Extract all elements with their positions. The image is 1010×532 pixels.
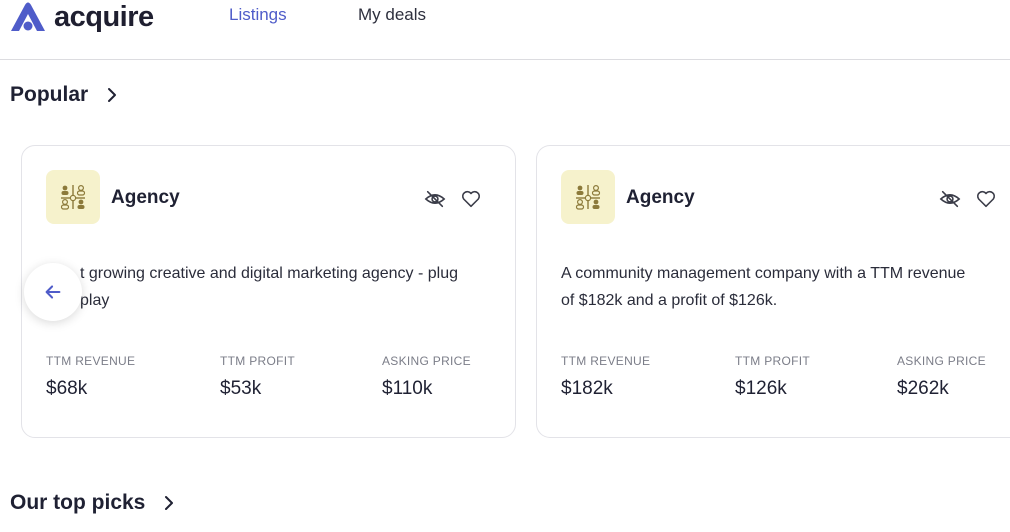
carousel-previous-button[interactable]: [24, 263, 82, 321]
description-line: t growing creative and digital marketing…: [80, 265, 458, 282]
listing-category: Agency: [626, 187, 695, 208]
listing-card[interactable]: Agency t growing creative and digital ma…: [21, 145, 516, 438]
brand-name: acquire: [54, 0, 154, 33]
agency-people-icon: [561, 170, 615, 224]
listing-category: Agency: [111, 187, 180, 208]
section-top-picks-link[interactable]: Our top picks: [10, 491, 175, 515]
metric-value: $110k: [382, 378, 433, 399]
heart-icon[interactable]: [460, 188, 482, 210]
listing-description: A community management company with a TT…: [561, 260, 1006, 314]
top-navigation-bar: acquire Listings My deals: [0, 0, 1010, 60]
metric-label: TTM PROFIT: [220, 354, 295, 368]
metric-value: $262k: [897, 378, 949, 399]
section-popular-link[interactable]: Popular: [10, 83, 118, 107]
heart-icon[interactable]: [975, 188, 997, 210]
acquire-logo[interactable]: acquire: [8, 0, 154, 34]
agency-people-icon: [46, 170, 100, 224]
listing-card[interactable]: Agency A community management company wi…: [536, 145, 1010, 438]
tab-my-deals[interactable]: My deals: [358, 5, 426, 25]
metric-ttm-revenue: TTM REVENUE $182k: [561, 354, 650, 400]
description-line: play: [80, 292, 110, 309]
metric-label: ASKING PRICE: [382, 354, 471, 368]
metric-asking-price: ASKING PRICE $110k: [382, 354, 471, 400]
metric-ttm-profit: TTM PROFIT $126k: [735, 354, 810, 400]
metric-value: $68k: [46, 378, 88, 399]
chevron-right-icon: [165, 496, 174, 510]
arrow-left-icon: [45, 285, 61, 299]
acquire-logo-icon: [11, 2, 45, 31]
metric-label: TTM REVENUE: [46, 354, 136, 368]
section-popular-title: Popular: [10, 83, 89, 106]
metric-value: $126k: [735, 378, 787, 399]
metric-asking-price: ASKING PRICE $262k: [897, 354, 986, 400]
eye-off-icon[interactable]: [424, 188, 446, 210]
metric-ttm-profit: TTM PROFIT $53k: [220, 354, 295, 400]
metric-label: TTM PROFIT: [735, 354, 810, 368]
metric-ttm-revenue: TTM REVENUE $68k: [46, 354, 135, 400]
metric-label: TTM REVENUE: [561, 354, 651, 368]
eye-off-icon[interactable]: [939, 188, 961, 210]
section-top-picks-title: Our top picks: [10, 491, 146, 514]
metric-value: $182k: [561, 378, 613, 399]
description-line: A community management company with a TT…: [561, 265, 966, 282]
metric-label: ASKING PRICE: [897, 354, 986, 368]
chevron-right-icon: [108, 88, 117, 102]
listing-description: t growing creative and digital marketing…: [46, 260, 496, 314]
tab-listings[interactable]: Listings: [229, 5, 287, 25]
metric-value: $53k: [220, 378, 262, 399]
description-line: of $182k and a profit of $126k.: [561, 292, 778, 309]
